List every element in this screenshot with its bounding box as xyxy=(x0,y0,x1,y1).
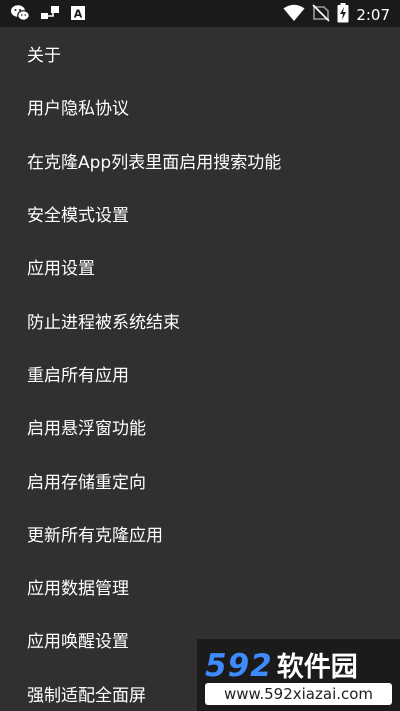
menu-item-label: 应用设置 xyxy=(27,259,95,280)
watermark-logo: 592 软件园 xyxy=(205,645,358,684)
menu-item-label: 启用存储重定向 xyxy=(27,472,146,493)
menu-item-label: 关于 xyxy=(27,46,61,67)
menu-item-label: 重启所有应用 xyxy=(27,365,129,386)
menu-item-label: 启用悬浮窗功能 xyxy=(27,419,146,440)
watermark-url: www.592xiazai.com xyxy=(205,683,392,705)
menu-item-app-settings[interactable]: 应用设置 xyxy=(0,240,400,293)
menu-item-label: 安全模式设置 xyxy=(27,206,129,227)
menu-item-update-clones[interactable]: 更新所有克隆应用 xyxy=(0,507,400,560)
watermark-name: 软件园 xyxy=(276,652,358,683)
usb-transfer-icon xyxy=(40,4,60,26)
status-bar: A 2:07 xyxy=(0,0,400,27)
menu-item-label: 强制适配全面屏 xyxy=(27,685,146,706)
watermark-number: 592 xyxy=(205,648,273,684)
menu-item-label: 应用唤醒设置 xyxy=(27,632,129,653)
menu-item-label: 在克隆App列表里面启用搜索功能 xyxy=(27,152,282,173)
status-right-icons: 2:07 xyxy=(283,3,390,27)
wechat-icon xyxy=(10,4,30,26)
menu-item-restart-all[interactable]: 重启所有应用 xyxy=(0,347,400,400)
menu-item-storage-redirect[interactable]: 启用存储重定向 xyxy=(0,453,400,506)
menu-item-floating-window[interactable]: 启用悬浮窗功能 xyxy=(0,400,400,453)
menu-item-about[interactable]: 关于 xyxy=(0,27,400,80)
menu-item-enable-search[interactable]: 在克隆App列表里面启用搜索功能 xyxy=(0,134,400,187)
menu-item-label: 应用数据管理 xyxy=(27,579,129,600)
keyboard-a-icon: A xyxy=(70,5,86,25)
menu-item-safe-mode[interactable]: 安全模式设置 xyxy=(0,187,400,240)
no-sim-icon xyxy=(312,4,330,26)
menu-item-privacy-policy[interactable]: 用户隐私协议 xyxy=(0,80,400,133)
options-menu: 关于 用户隐私协议 在克隆App列表里面启用搜索功能 安全模式设置 应用设置 防… xyxy=(0,27,400,711)
status-left-icons: A xyxy=(10,4,86,26)
menu-item-label: 用户隐私协议 xyxy=(27,99,129,120)
battery-charging-icon xyxy=(337,3,349,27)
menu-item-data-management[interactable]: 应用数据管理 xyxy=(0,560,400,613)
menu-item-label: 更新所有克隆应用 xyxy=(27,525,163,546)
site-watermark: 592 软件园 www.592xiazai.com xyxy=(197,639,400,711)
status-time: 2:07 xyxy=(356,6,390,24)
menu-item-label: 防止进程被系统结束 xyxy=(27,312,180,333)
svg-text:A: A xyxy=(74,8,83,21)
menu-item-prevent-kill[interactable]: 防止进程被系统结束 xyxy=(0,293,400,346)
wifi-icon xyxy=(283,4,305,26)
